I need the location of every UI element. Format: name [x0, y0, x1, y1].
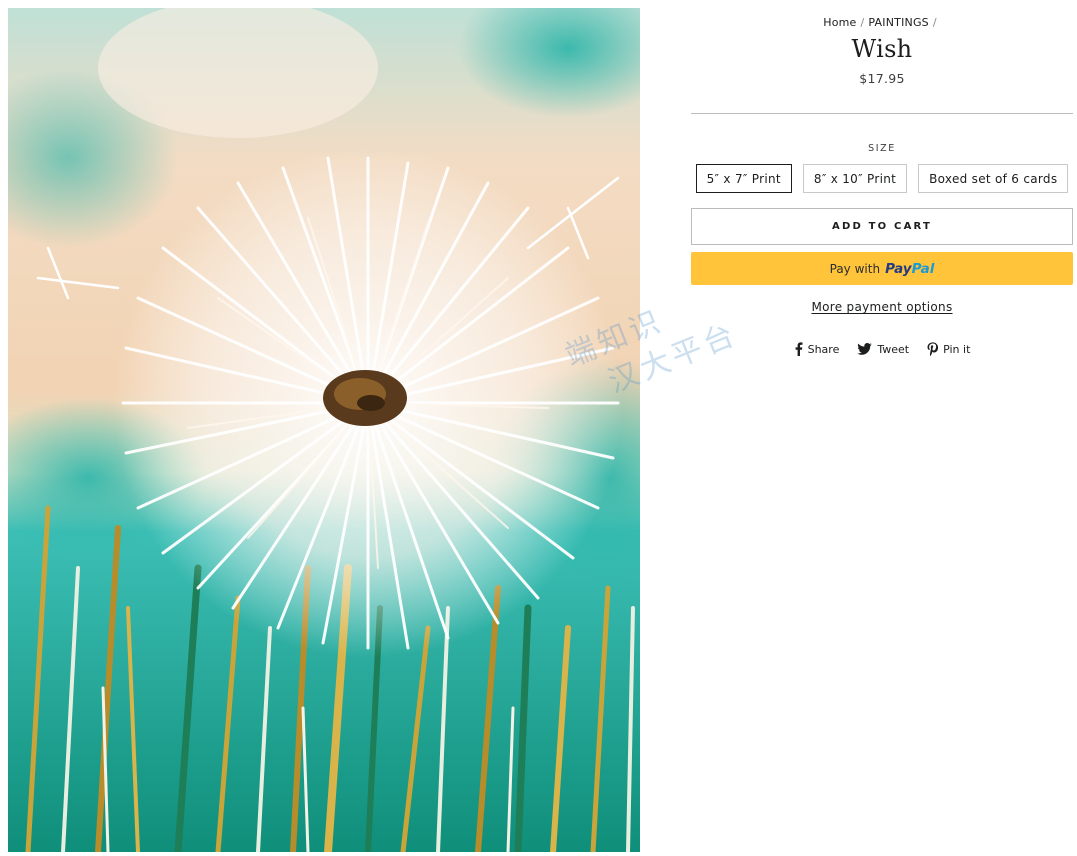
facebook-icon: [795, 342, 803, 356]
breadcrumb-separator: /: [932, 16, 937, 29]
breadcrumb: Home / PAINTINGS /: [691, 16, 1073, 29]
share-label: Share: [807, 342, 840, 356]
twitter-icon: [857, 343, 873, 355]
product-image[interactable]: [8, 8, 640, 852]
dandelion-painting: [8, 8, 640, 852]
product-page: Home / PAINTINGS / Wish $17.95 SIZE 5″ x 7″…: [0, 0, 1077, 856]
size-option-8x10[interactable]: 8″ x 10″ Print: [802, 164, 908, 193]
paypal-logo-pal: Pal: [911, 260, 935, 277]
tweet-label: Tweet: [877, 342, 910, 356]
product-price: $17.95: [859, 71, 905, 86]
paypal-button[interactable]: Pay with PayPal: [691, 252, 1073, 285]
divider: [691, 113, 1073, 114]
paypal-logo-pay: Pay: [885, 260, 912, 277]
more-payment-options: More payment options: [691, 300, 1073, 314]
share-facebook-button[interactable]: Share: [794, 342, 840, 356]
breadcrumb-category-link[interactable]: PAINTINGS: [868, 16, 928, 29]
size-label: SIZE: [868, 143, 896, 154]
paypal-prefix: Pay with: [829, 261, 881, 276]
size-option-5x7[interactable]: 5″ x 7″ Print: [695, 164, 792, 193]
share-twitter-button[interactable]: Tweet: [857, 342, 909, 356]
size-option-boxed-cards[interactable]: Boxed set of 6 cards: [918, 164, 1069, 193]
breadcrumb-home-link[interactable]: Home: [823, 16, 856, 29]
breadcrumb-separator: /: [860, 16, 865, 29]
pin-label: Pin it: [943, 342, 971, 356]
social-sharing: Share Tweet Pin it: [691, 342, 1073, 356]
size-options: 5″ x 7″ Print 8″ x 10″ Print Boxed set o…: [691, 164, 1073, 193]
pinterest-icon: [927, 342, 939, 356]
add-to-cart-button[interactable]: ADD TO CART: [691, 208, 1073, 245]
paypal-logo: PayPal: [885, 261, 934, 277]
more-payment-options-link[interactable]: More payment options: [811, 300, 952, 314]
share-pinterest-button[interactable]: Pin it: [927, 342, 970, 356]
product-title: Wish: [851, 35, 913, 63]
product-info: Home / PAINTINGS / Wish $17.95 SIZE 5″ x 7″…: [691, 0, 1073, 356]
